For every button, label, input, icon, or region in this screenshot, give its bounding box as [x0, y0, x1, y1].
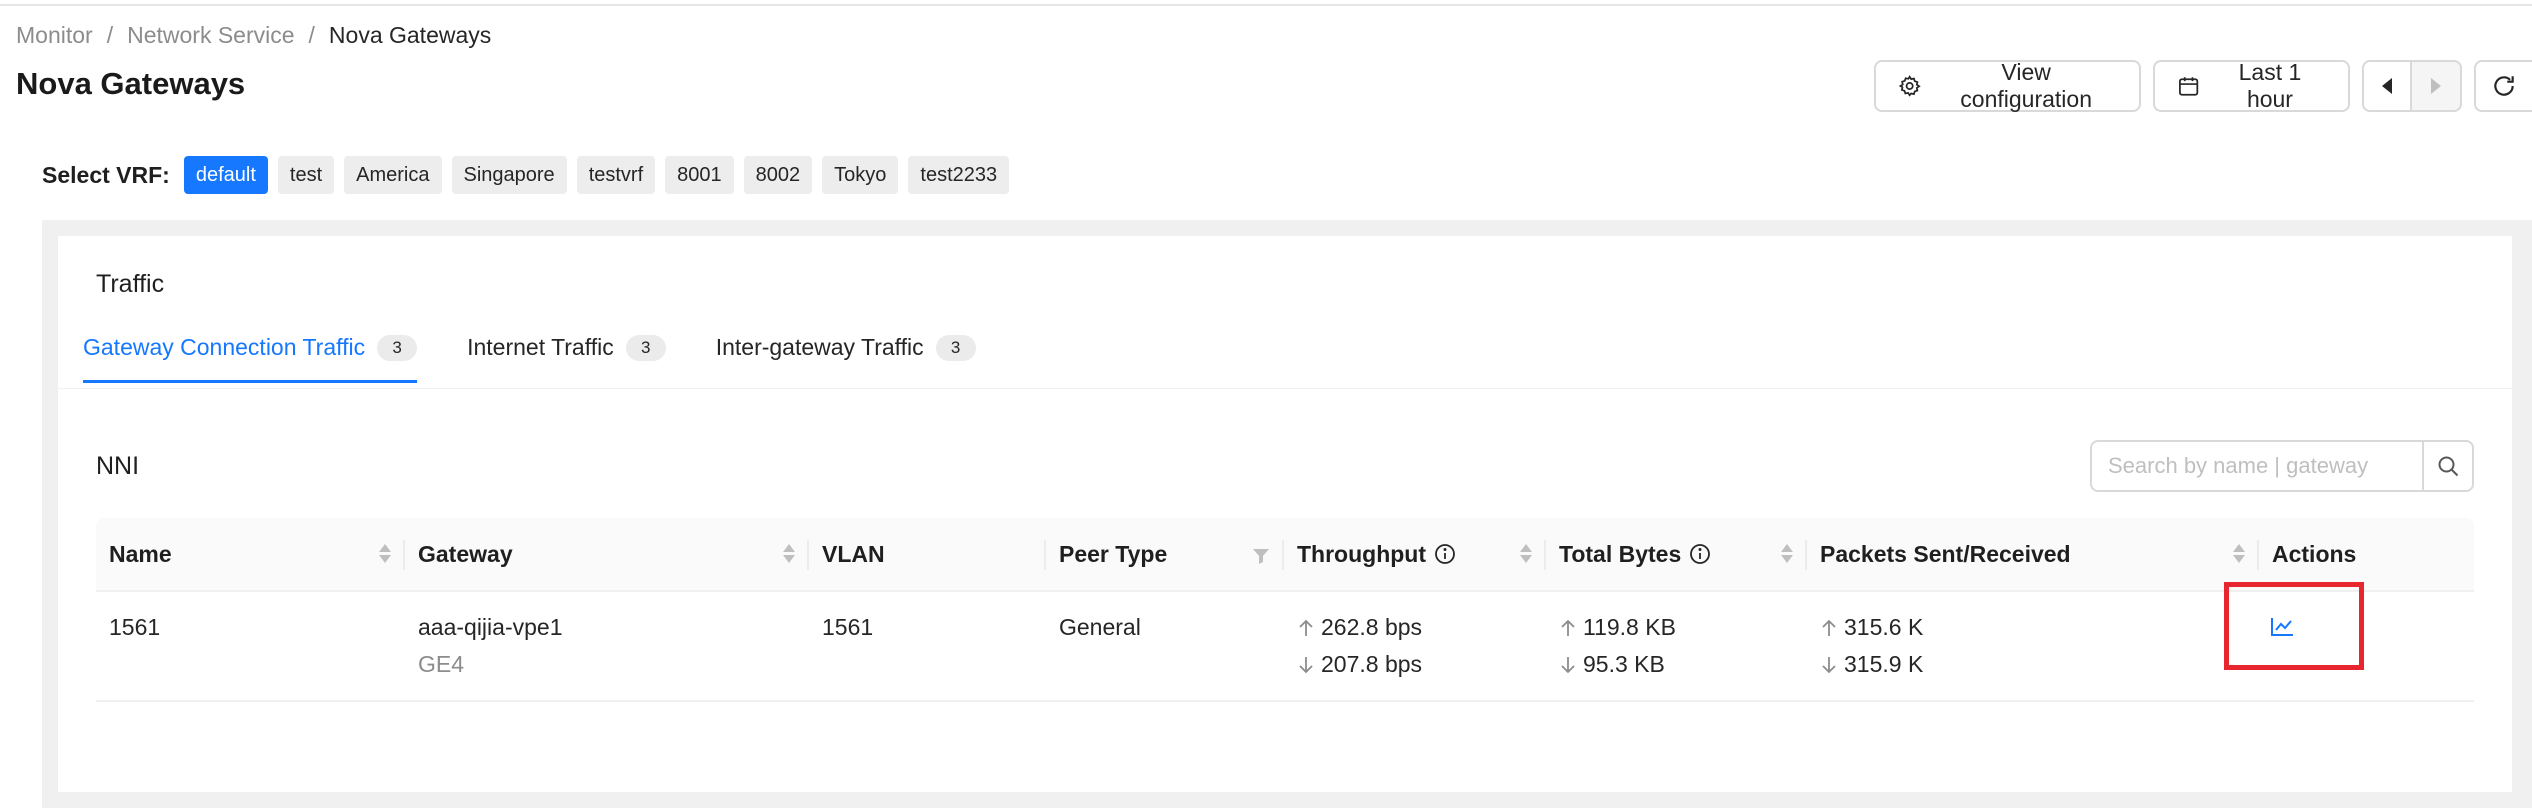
- view-configuration-label: View configuration: [1960, 59, 2092, 112]
- column-header-actions: Actions: [2272, 540, 2357, 567]
- column-header-packets[interactable]: Packets Sent/Received: [1807, 518, 2259, 590]
- tab-count-badge: 3: [625, 334, 666, 361]
- tab-label: Gateway Connection Traffic: [83, 334, 366, 360]
- breadcrumb: Monitor / Network Service / Nova Gateway…: [16, 22, 491, 49]
- next-period-button[interactable]: [2411, 60, 2462, 112]
- cell-gateway: aaa-qijia-vpe1 GE4: [405, 592, 809, 700]
- search-button[interactable]: [2422, 440, 2474, 492]
- header-actions: View configuration Last 1 hour: [1874, 59, 2532, 112]
- page-title: Nova Gateways: [16, 66, 246, 101]
- column-header-throughput[interactable]: Throughput: [1284, 518, 1546, 590]
- view-configuration-button[interactable]: View configuration: [1874, 59, 2142, 112]
- column-header-gateway[interactable]: Gateway: [405, 518, 809, 590]
- tab-gateway-connection-traffic[interactable]: Gateway Connection Traffic 3: [83, 334, 418, 383]
- gear-icon: [1898, 75, 1921, 97]
- sort-icon[interactable]: [1520, 544, 1532, 563]
- action-highlight-box: [2224, 582, 2364, 670]
- search-input[interactable]: [2090, 440, 2422, 492]
- info-icon[interactable]: [1689, 543, 1711, 565]
- caret-right-icon: [2430, 78, 2441, 94]
- gateway-port: GE4: [418, 651, 465, 677]
- cell-total-bytes: 119.8 KB 95.3 KB: [1546, 592, 1807, 700]
- bytes-sent: 119.8 KB: [1583, 614, 1676, 640]
- traffic-card: [58, 236, 2512, 792]
- time-range-label: Last 1 hour: [2238, 59, 2302, 112]
- cell-throughput: 262.8 bps 207.8 bps: [1284, 592, 1546, 700]
- gateway-name: aaa-qijia-vpe1: [418, 614, 563, 640]
- time-range-button[interactable]: Last 1 hour: [2153, 59, 2350, 112]
- vrf-selector: Select VRF: default test America Singapo…: [42, 156, 1010, 194]
- top-border: [0, 0, 2532, 6]
- refresh-button[interactable]: [2473, 60, 2532, 112]
- arrow-up-icon: [1561, 619, 1575, 636]
- breadcrumb-item-monitor[interactable]: Monitor: [16, 22, 93, 49]
- previous-period-button[interactable]: [2361, 60, 2412, 112]
- sort-icon[interactable]: [1781, 544, 1793, 563]
- breadcrumb-item-network-service[interactable]: Network Service: [127, 22, 294, 49]
- vrf-chip-singapore[interactable]: Singapore: [451, 156, 567, 194]
- arrow-up-icon: [1822, 619, 1836, 636]
- tab-count-badge: 3: [377, 334, 418, 361]
- cell-peer-type: General: [1059, 614, 1141, 640]
- cell-vlan: 1561: [822, 614, 874, 640]
- traffic-tabs: Gateway Connection Traffic 3 Internet Tr…: [83, 334, 1026, 383]
- table-header: Name Gateway VLAN Peer Type Throughput T…: [96, 518, 2474, 592]
- column-header-vlan: VLAN: [809, 518, 1046, 590]
- vrf-chip-test2233[interactable]: test2233: [908, 156, 1010, 194]
- bytes-received: 95.3 KB: [1583, 651, 1665, 677]
- filter-icon[interactable]: [1252, 544, 1270, 571]
- vrf-chip-8002[interactable]: 8002: [743, 156, 813, 194]
- card-title: Traffic: [96, 270, 165, 298]
- tab-internet-traffic[interactable]: Internet Traffic 3: [467, 334, 666, 383]
- time-navigation: [2361, 60, 2462, 112]
- table-row: 1561 aaa-qijia-vpe1 GE4 1561 General 262…: [96, 592, 2474, 702]
- info-icon[interactable]: [1434, 543, 1456, 565]
- caret-left-icon: [2381, 78, 2392, 94]
- calendar-icon: [2179, 77, 2199, 96]
- column-header-peer-type: Peer Type: [1046, 518, 1284, 590]
- cell-packets: 315.6 K 315.9 K: [1807, 592, 2259, 700]
- throughput-sent: 262.8 bps: [1321, 614, 1423, 640]
- sort-icon[interactable]: [379, 544, 391, 563]
- sort-icon[interactable]: [2233, 544, 2245, 563]
- packets-sent: 315.6 K: [1844, 614, 1924, 640]
- arrow-down-icon: [1299, 656, 1313, 673]
- arrow-up-icon: [1299, 619, 1313, 636]
- vrf-chip-america[interactable]: America: [344, 156, 442, 194]
- packets-received: 315.9 K: [1844, 651, 1924, 677]
- vrf-chip-tokyo[interactable]: Tokyo: [822, 156, 899, 194]
- sort-icon[interactable]: [783, 544, 795, 563]
- column-header-name[interactable]: Name: [96, 518, 405, 590]
- arrow-down-icon: [1561, 656, 1575, 673]
- search-box: [2090, 440, 2474, 492]
- vrf-chip-8001[interactable]: 8001: [665, 156, 734, 194]
- vrf-chip-testvrf[interactable]: testvrf: [576, 156, 656, 194]
- vrf-label: Select VRF:: [42, 161, 170, 188]
- breadcrumb-separator: /: [308, 22, 315, 48]
- line-chart-icon[interactable]: [2270, 617, 2294, 637]
- search-icon: [2438, 456, 2459, 477]
- vrf-chip-test[interactable]: test: [277, 156, 335, 194]
- section-title: NNI: [96, 452, 140, 480]
- tab-count-badge: 3: [935, 334, 976, 361]
- throughput-received: 207.8 bps: [1321, 651, 1423, 677]
- tab-label: Inter-gateway Traffic: [715, 334, 924, 360]
- refresh-icon: [2494, 76, 2514, 96]
- vrf-chip-default[interactable]: default: [183, 156, 268, 194]
- column-header-total-bytes[interactable]: Total Bytes: [1546, 518, 1807, 590]
- breadcrumb-item-current: Nova Gateways: [328, 22, 492, 48]
- arrow-down-icon: [1822, 656, 1836, 673]
- table-body: 1561 aaa-qijia-vpe1 GE4 1561 General 262…: [96, 592, 2474, 702]
- cell-name: 1561: [109, 614, 161, 640]
- tab-label: Internet Traffic: [467, 334, 614, 360]
- tabs-divider: [58, 388, 2512, 389]
- breadcrumb-separator: /: [106, 22, 114, 48]
- tab-inter-gateway-traffic[interactable]: Inter-gateway Traffic 3: [716, 334, 976, 383]
- nni-table: Name Gateway VLAN Peer Type Throughput T…: [96, 518, 2474, 702]
